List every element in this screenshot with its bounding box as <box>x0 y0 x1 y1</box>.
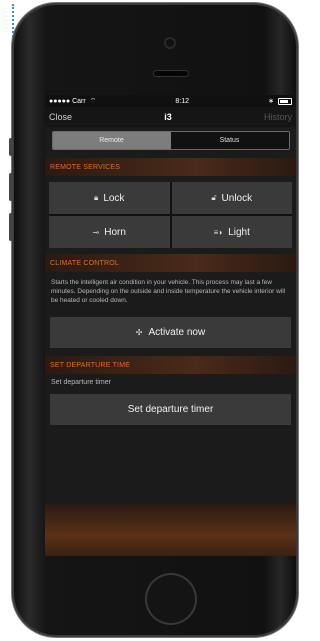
bottom-backdrop <box>45 504 296 556</box>
activate-now-label: Activate now <box>148 327 206 338</box>
earpiece-speaker <box>154 71 188 76</box>
page-title: i3 <box>164 112 172 122</box>
remote-services-header: REMOTE SERVICES <box>45 158 296 176</box>
horn-button[interactable]: ⊸ Horn <box>49 216 170 248</box>
remote-services-panel: 🔒︎ Lock 🔓︎ Unlock ⊸ Horn ≡◗ Light <box>45 176 296 254</box>
tab-status[interactable]: Status <box>170 132 289 149</box>
activate-now-button[interactable]: ✣ Activate now <box>50 317 291 348</box>
home-button[interactable] <box>145 573 197 625</box>
lock-label: Lock <box>103 192 125 204</box>
volume-up-button <box>9 173 13 201</box>
unlock-button[interactable]: 🔓︎ Unlock <box>171 182 292 214</box>
close-button[interactable]: Close <box>49 112 72 122</box>
battery-icon <box>277 97 292 105</box>
carrier-label: ●●●●● Carr <box>49 97 86 105</box>
departure-subtitle: Set departure timer <box>51 379 111 386</box>
horn-label: Horn <box>104 226 126 238</box>
climate-description: Starts the intelligent air condition in … <box>51 279 286 304</box>
status-bar: ●●●●● Carr ⌔ 8:12 ∗ <box>45 95 296 107</box>
navigation-bar: Close i3 History <box>45 107 296 127</box>
fan-icon: ✣ <box>135 328 143 337</box>
light-label: Light <box>228 226 250 238</box>
bluetooth-icon: ∗ <box>268 98 274 105</box>
lock-button[interactable]: 🔒︎ Lock <box>49 182 170 214</box>
tab-segment-control: Remote Status <box>51 131 290 150</box>
volume-down-button <box>9 213 13 241</box>
set-departure-timer-button[interactable]: Set departure timer <box>50 394 291 425</box>
mute-switch <box>9 138 13 156</box>
tab-remote[interactable]: Remote <box>52 132 171 149</box>
light-button[interactable]: ≡◗ Light <box>171 216 292 248</box>
departure-time-header: SET DEPARTURE TIME <box>45 356 296 374</box>
climate-control-header: CLIMATE CONTROL <box>45 254 296 272</box>
set-departure-timer-label: Set departure timer <box>127 404 214 415</box>
history-button[interactable]: History <box>264 112 292 122</box>
front-camera <box>166 39 174 47</box>
light-icon: ≡◗ <box>213 227 224 237</box>
horn-icon: ⊸ <box>92 227 100 237</box>
app-screen: ●●●●● Carr ⌔ 8:12 ∗ Close i3 History Rem… <box>45 95 296 556</box>
wifi-icon: ⌔ <box>89 97 97 105</box>
lock-icon: 🔒︎ <box>94 193 99 202</box>
unlock-label: Unlock <box>221 192 253 204</box>
unlock-icon: 🔓︎ <box>211 193 217 202</box>
clock-label: 8:12 <box>175 97 190 105</box>
